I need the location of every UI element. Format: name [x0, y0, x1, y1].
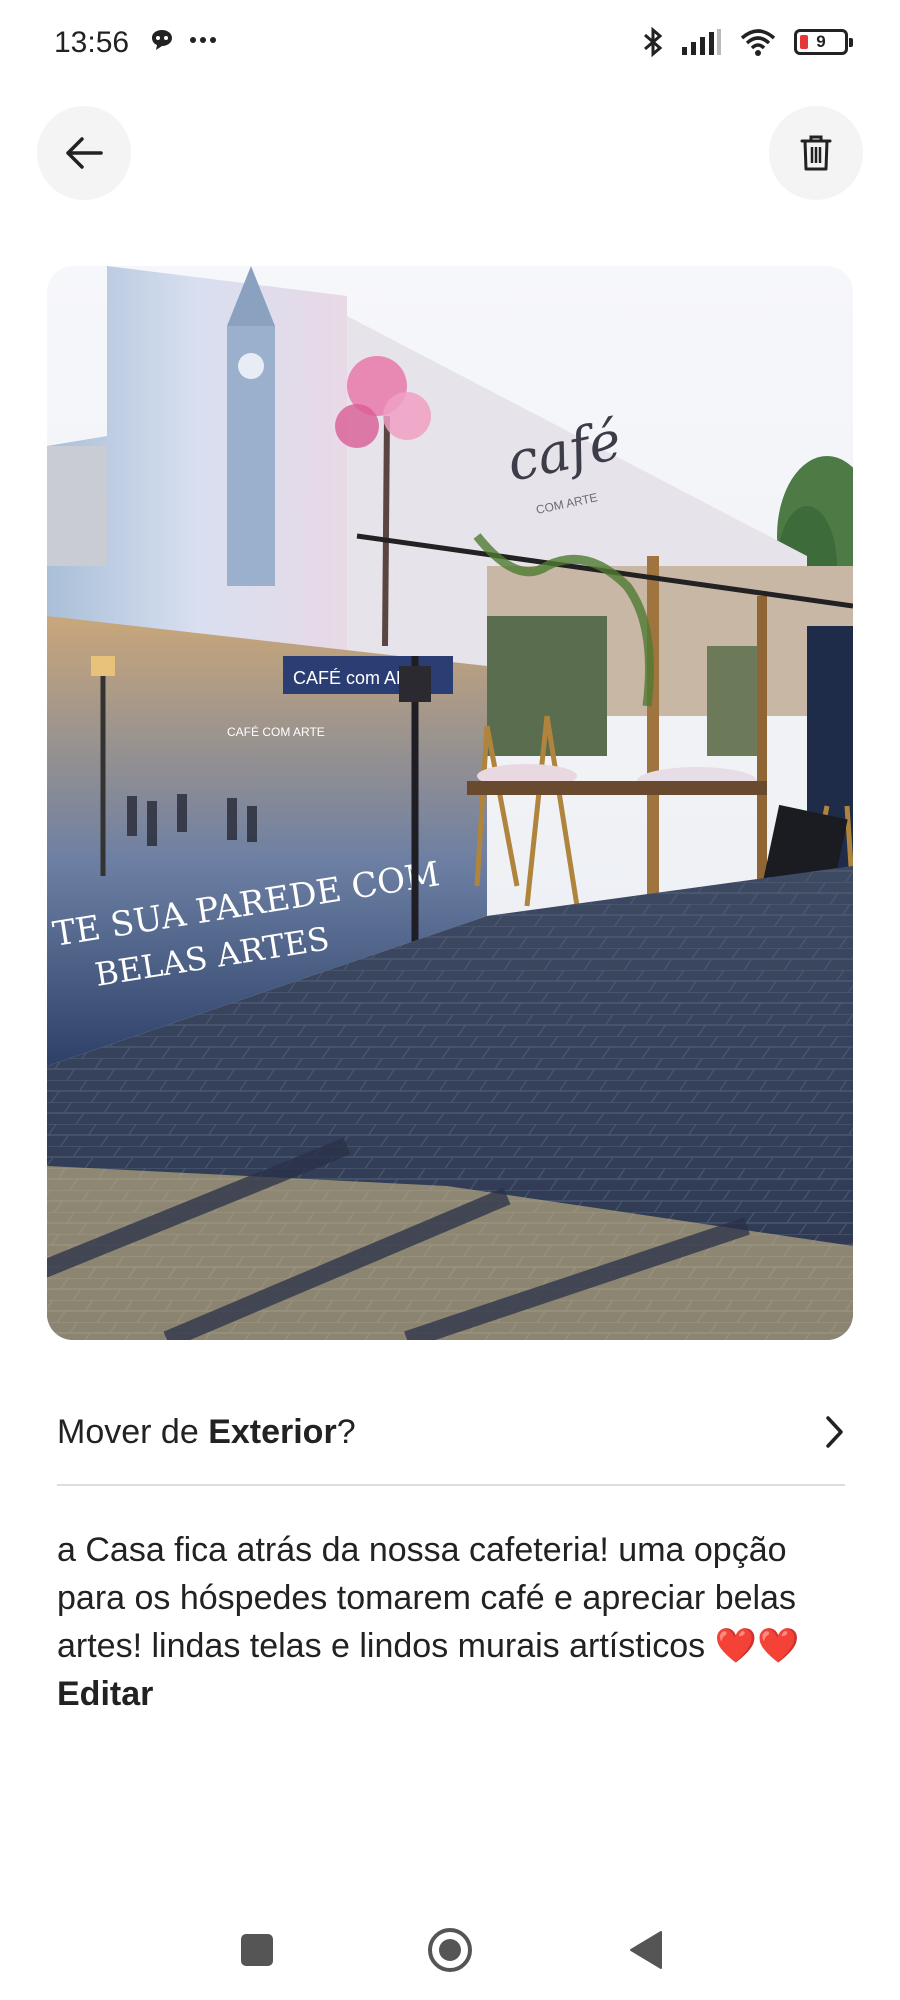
signal-icon: [682, 29, 721, 55]
cafe-photo-illustration: café COM ARTE CAFÉ com ARTE CAFÉ COM ART…: [47, 266, 853, 1340]
back-button[interactable]: [37, 106, 131, 200]
home-button[interactable]: [424, 1924, 476, 1976]
system-back-button[interactable]: [620, 1924, 672, 1976]
status-bar: 13:56 9: [0, 0, 900, 88]
delete-button[interactable]: [769, 106, 863, 200]
recents-button[interactable]: [231, 1924, 283, 1976]
trash-icon: [800, 135, 832, 171]
move-prefix: Mover de: [57, 1412, 209, 1451]
move-album-row[interactable]: Mover de Exterior?: [57, 1380, 845, 1484]
album-name: Exterior: [208, 1412, 337, 1451]
photo-edit-screen: 13:56 9 café COM ARTE CAFÉ com ARTE CAFÉ…: [0, 0, 900, 2000]
wifi-icon: [740, 29, 776, 56]
battery-icon: 9: [794, 29, 853, 55]
messenger-icon: [152, 30, 172, 50]
cafe-photo[interactable]: café COM ARTE CAFÉ com ARTE CAFÉ COM ART…: [47, 266, 853, 1340]
arrow-left-icon: [66, 137, 103, 169]
status-time: 13:56: [54, 26, 130, 59]
caption-text: a Casa fica atrás da nossa cafeteria! um…: [57, 1531, 800, 1665]
photo-caption: a Casa fica atrás da nossa cafeteria! um…: [57, 1526, 847, 1718]
battery-level: 9: [816, 32, 826, 51]
move-album-label: Mover de Exterior?: [57, 1413, 356, 1452]
edit-caption-link[interactable]: Editar: [57, 1675, 153, 1713]
chevron-right-icon[interactable]: [825, 1415, 845, 1449]
status-left-icons: [148, 28, 218, 52]
divider: [57, 1484, 845, 1486]
move-suffix: ?: [336, 1412, 356, 1451]
mural-shop-sign: CAFÉ COM ARTE: [227, 724, 325, 739]
status-right-icons: 9: [642, 26, 853, 58]
bluetooth-icon: [644, 26, 663, 58]
more-dots-icon: [190, 37, 216, 43]
recents-square-icon: [241, 1934, 273, 1966]
home-circle-icon: [428, 1928, 472, 1972]
system-nav-bar: [0, 1900, 900, 2000]
back-triangle-icon: [630, 1931, 662, 1969]
